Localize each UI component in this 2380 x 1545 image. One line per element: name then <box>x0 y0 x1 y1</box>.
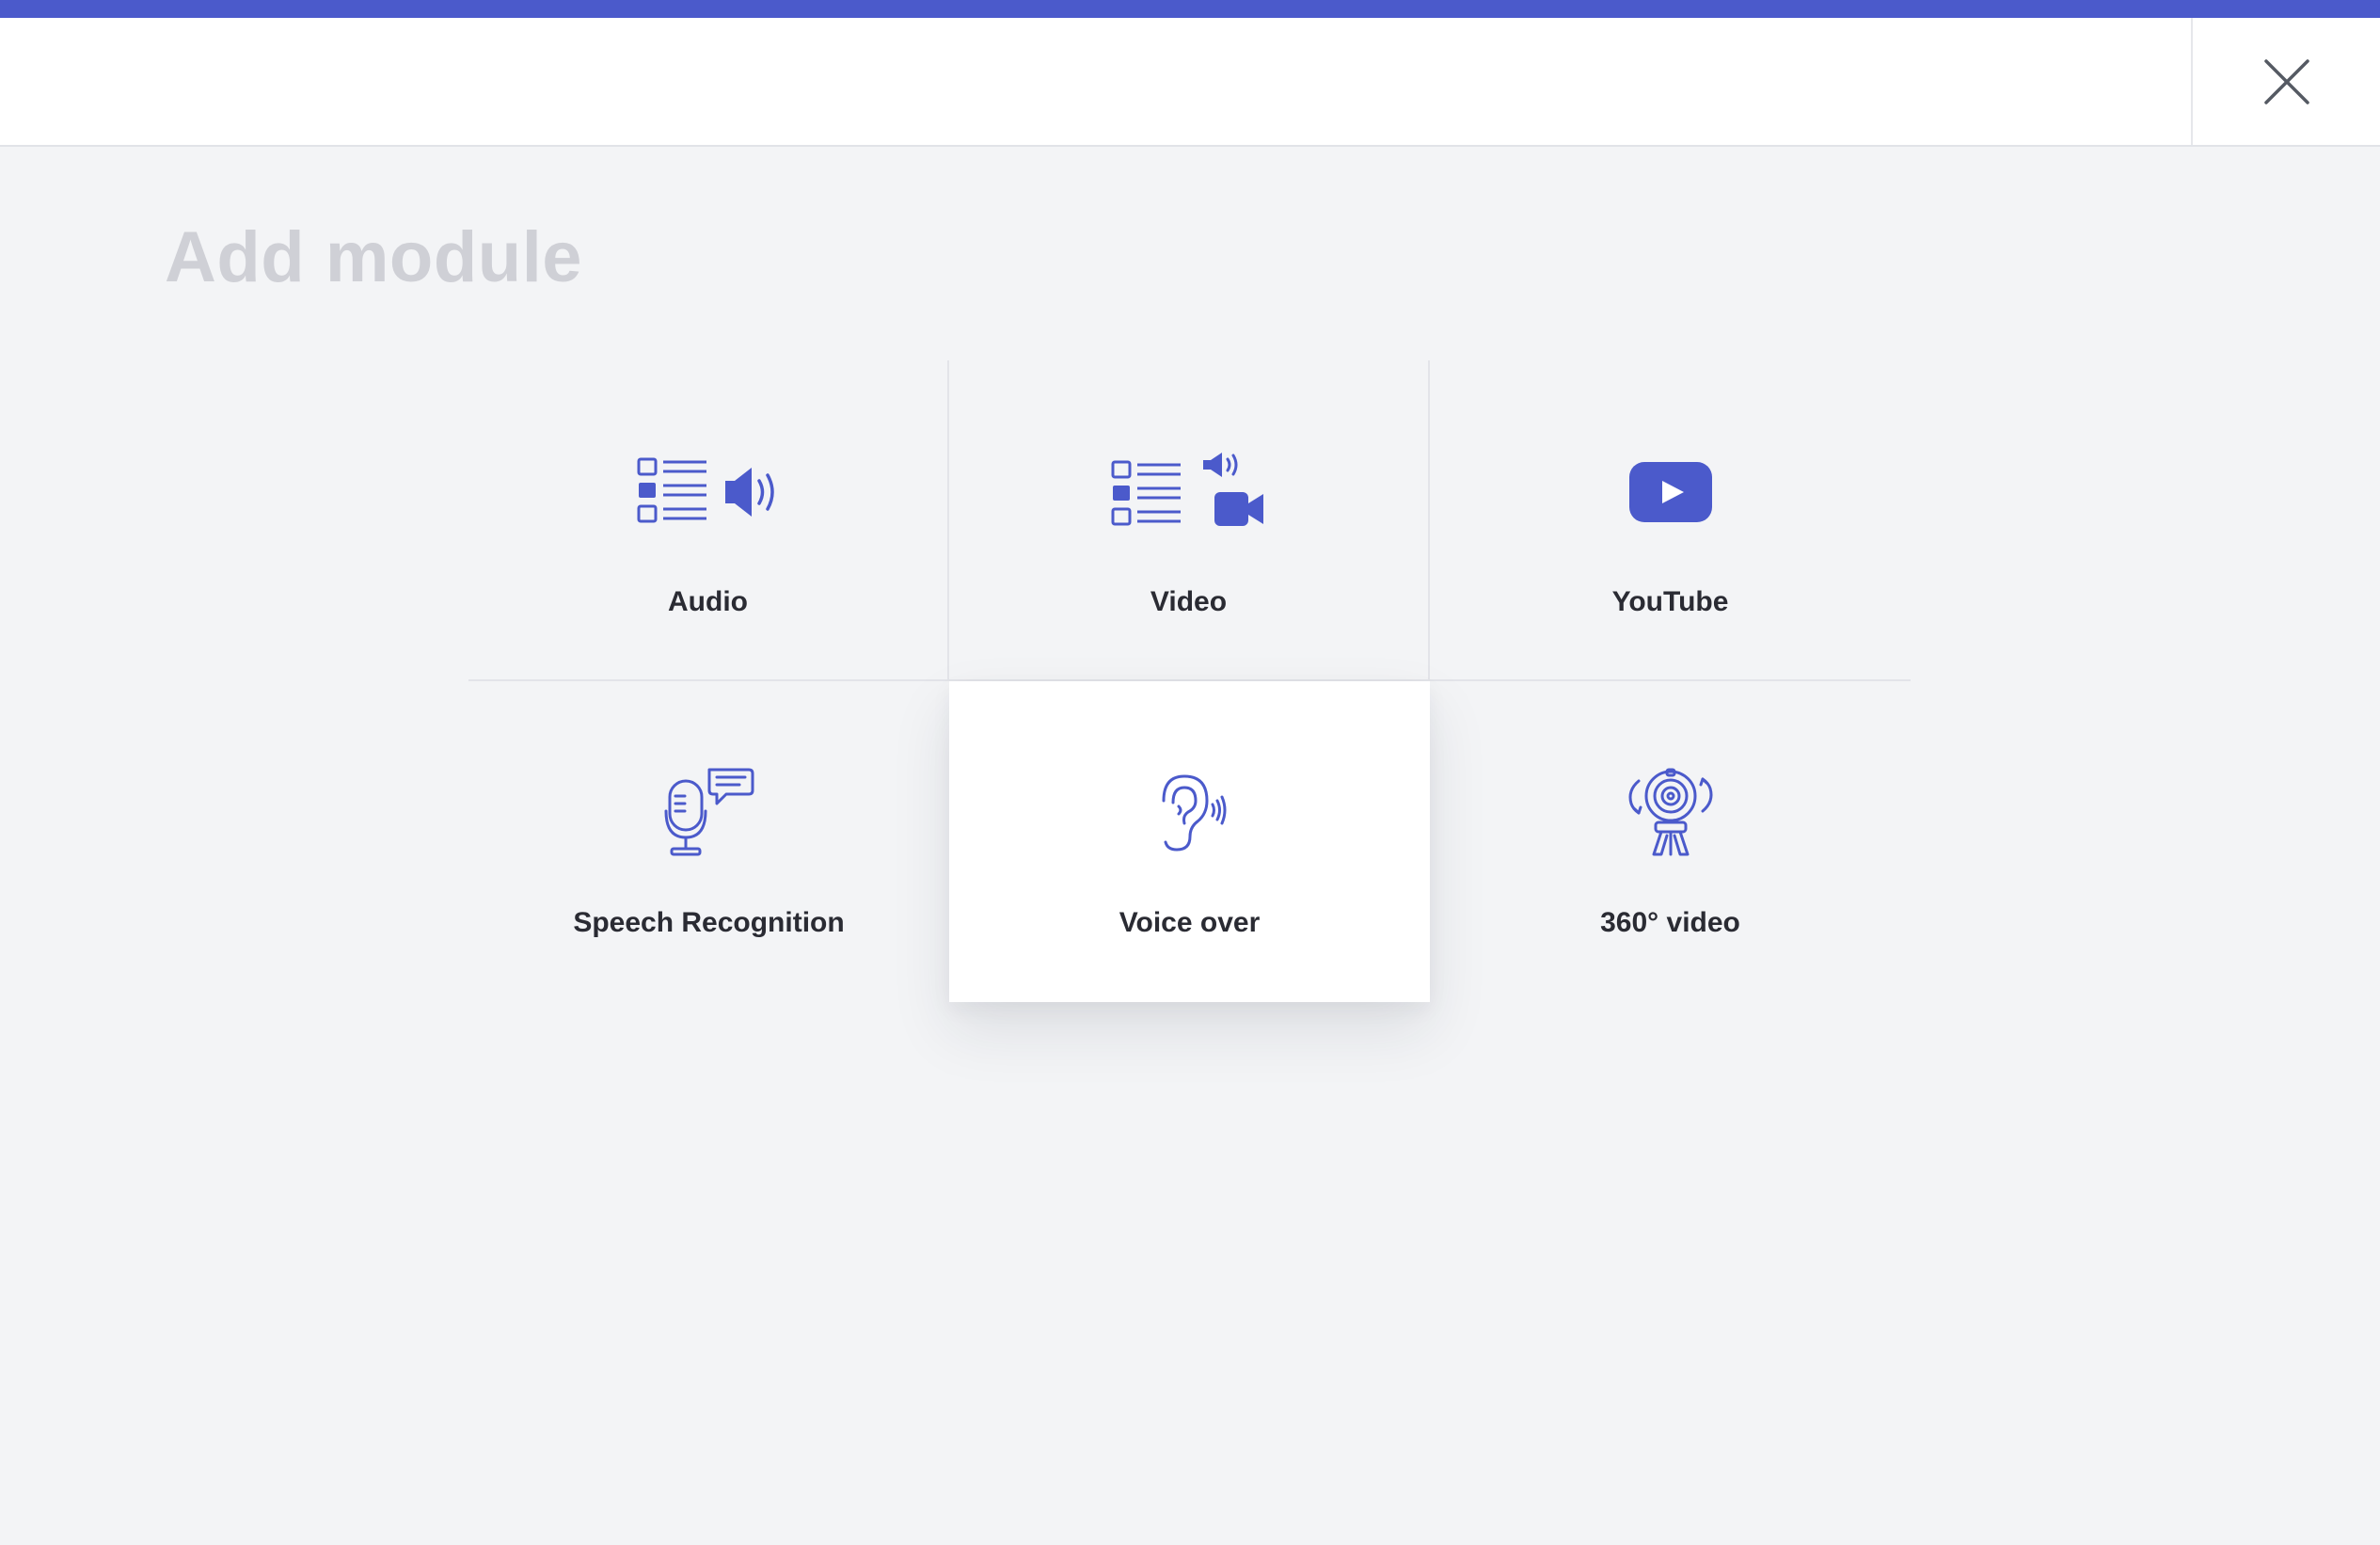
youtube-icon <box>1628 462 1712 522</box>
ear-icon <box>1162 774 1226 852</box>
video-list-icon <box>1111 453 1263 526</box>
module-tile-speech-recognition[interactable]: Speech Recognition <box>468 681 949 1002</box>
top-accent-bar <box>0 0 2380 18</box>
page-title: Add module <box>165 217 583 297</box>
module-grid: Audio Video YouTube Speech Recognition V… <box>468 360 1915 1003</box>
module-label: Video <box>1150 586 1228 617</box>
360-camera-icon <box>1628 768 1712 856</box>
close-icon <box>2263 58 2309 104</box>
close-button[interactable] <box>2191 18 2380 145</box>
module-label: YouTube <box>1611 586 1729 617</box>
audio-list-icon <box>637 457 774 523</box>
microphone-speech-icon <box>664 768 754 856</box>
module-label: Speech Recognition <box>573 907 845 938</box>
module-tile-video[interactable]: Video <box>949 360 1430 681</box>
module-label: Voice over <box>1119 907 1261 938</box>
module-tile-360-video[interactable]: 360° video <box>1430 681 1911 1002</box>
module-tile-youtube[interactable]: YouTube <box>1430 360 1911 681</box>
modal-header <box>0 18 2380 147</box>
module-tile-audio[interactable]: Audio <box>468 360 949 681</box>
module-label: 360° video <box>1600 907 1740 938</box>
module-label: Audio <box>668 586 748 617</box>
module-tile-voice-over[interactable]: Voice over <box>949 681 1430 1002</box>
